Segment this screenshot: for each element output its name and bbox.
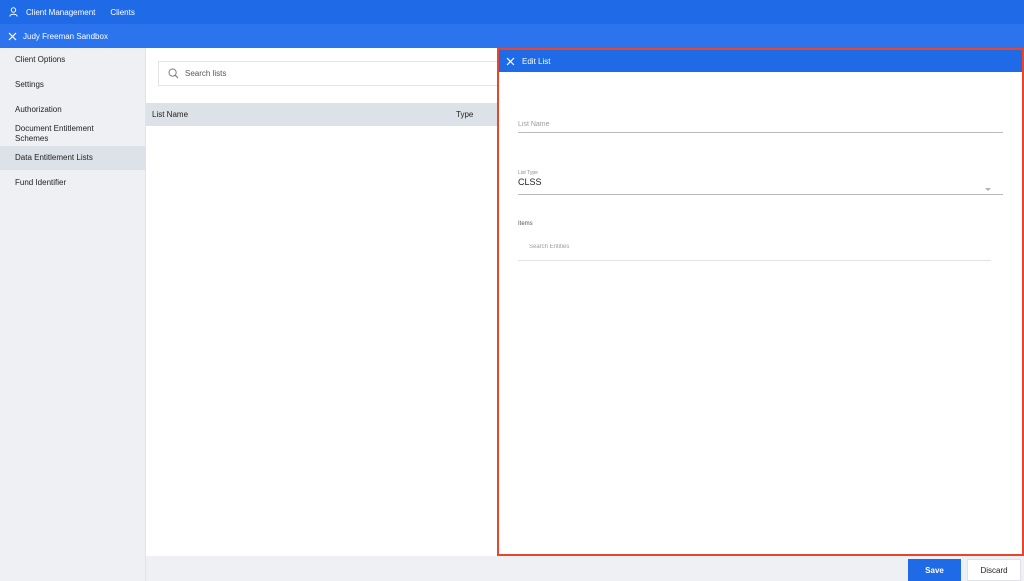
sidebar-item-fund-identifier[interactable]: Fund Identifier [0,171,146,195]
search-lists-box[interactable] [158,61,497,86]
sidebar-item-label: Fund Identifier [15,178,67,187]
close-icon[interactable] [506,57,515,66]
sidebar-item-client-options[interactable]: Client Options [0,48,146,72]
footer-bar [146,556,1024,581]
client-title: Judy Freeman Sandbox [23,31,108,41]
close-icon[interactable] [8,32,17,41]
top-nav-bar: Client Management Clients [0,0,1024,24]
user-icon[interactable] [8,7,18,17]
sidebar-item-label: Authorization [15,105,62,114]
search-icon [168,68,179,79]
save-button[interactable]: Save [908,559,961,581]
list-name-input[interactable] [518,121,1003,128]
list-type-select[interactable]: CLSS [518,177,1003,195]
edit-list-header: Edit List [499,50,1022,72]
sidebar-item-data-entitlement-lists[interactable]: Data Entitlement Lists [0,146,146,170]
breadcrumb-clients[interactable]: Clients [110,8,134,17]
search-lists-input[interactable] [185,69,465,78]
sidebar-item-label: Document Entitlement Schemes [15,124,94,143]
column-header-type[interactable]: Type [456,110,473,119]
lists-pane: List Name Type [146,48,497,556]
list-type-label-wrap: List Type [518,167,1003,176]
sidebar: Client Options Settings Authorization Do… [0,48,146,581]
discard-button[interactable]: Discard [967,559,1021,581]
sidebar-item-authorization[interactable]: Authorization [0,98,146,122]
sidebar-item-label: Data Entitlement Lists [15,153,93,162]
list-type-label: List Type [518,170,538,176]
table-header: List Name Type [146,103,497,126]
items-label-wrap: Items [518,218,1003,228]
sidebar-item-document-entitlement-schemes[interactable]: Document Entitlement Schemes [0,122,146,146]
chevron-down-icon[interactable] [985,188,991,191]
breadcrumb-client-management[interactable]: Client Management [26,8,95,17]
search-entities-field[interactable] [518,235,991,261]
client-title-bar: Judy Freeman Sandbox [0,24,1024,48]
column-header-list-name[interactable]: List Name [152,110,188,119]
search-entities-input[interactable] [529,244,829,250]
sidebar-item-label: Settings [15,80,44,89]
sidebar-item-settings[interactable]: Settings [0,73,146,97]
sidebar-item-label: Client Options [15,55,66,64]
list-type-value: CLSS [518,177,542,187]
list-name-field[interactable] [518,119,1003,133]
edit-list-panel: Edit List List Type CLSS Items [497,48,1024,556]
items-label: Items [518,221,533,227]
edit-list-title: Edit List [522,56,551,66]
